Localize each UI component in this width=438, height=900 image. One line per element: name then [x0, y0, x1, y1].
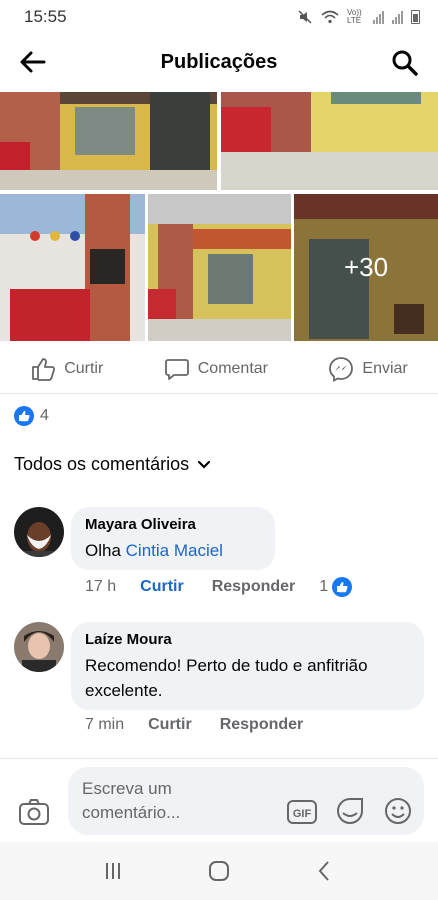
comment-text: Recomendo! Perto de tudo e anfitrião exc…: [85, 656, 368, 700]
status-bar: 15:55 Vo)) LTE: [0, 0, 438, 34]
emoji-icon[interactable]: [382, 795, 414, 827]
send-button[interactable]: Enviar: [328, 356, 408, 382]
comment-text-prefix: Olha: [85, 541, 126, 560]
network-label: Vo)) LTE: [347, 8, 362, 25]
comment-label: Comentar: [197, 359, 268, 377]
comment-text: Olha Cintia Maciel: [85, 538, 261, 563]
page-title: Publicações: [160, 50, 278, 73]
comment-input[interactable]: Escreva um comentário...: [82, 777, 232, 825]
comment-author[interactable]: Laíze Moura: [85, 631, 410, 648]
comment-like-button[interactable]: Curtir: [148, 716, 192, 734]
recent-apps-icon[interactable]: [101, 859, 125, 883]
signal-2-icon: [392, 10, 403, 24]
reaction-count: 4: [40, 407, 49, 424]
avatar[interactable]: [14, 622, 64, 672]
like-button[interactable]: Curtir: [30, 356, 103, 382]
like-reaction-icon: [14, 406, 34, 426]
avatar[interactable]: [14, 507, 64, 557]
comment-reply-button[interactable]: Responder: [220, 716, 304, 734]
photo-3[interactable]: [0, 194, 145, 341]
comment-composer: Escreva um comentário... GIF: [0, 758, 438, 842]
search-icon[interactable]: [390, 48, 420, 76]
comment-reply-button[interactable]: Responder: [212, 578, 296, 596]
sticker-icon[interactable]: [334, 795, 366, 827]
photo-2[interactable]: [221, 92, 438, 190]
messenger-icon: [329, 356, 354, 382]
home-icon[interactable]: [207, 859, 231, 883]
comment-bubble[interactable]: Mayara Oliveira Olha Cintia Maciel: [71, 507, 275, 570]
back-nav-icon[interactable]: [313, 859, 337, 883]
composer-tools: GIF: [286, 795, 414, 827]
comment-time: 17 h: [85, 578, 117, 595]
like-label: Curtir: [64, 359, 104, 377]
mute-icon: [298, 10, 312, 24]
comment-like-button[interactable]: Curtir: [140, 578, 184, 596]
signal-icon: [373, 10, 384, 24]
status-time: 15:55: [24, 7, 67, 26]
comment-item: Mayara Oliveira Olha Cintia Maciel 17 h …: [14, 507, 424, 607]
battery-icon: [411, 10, 420, 24]
more-photos-overlay: +30: [294, 194, 438, 341]
mention-link[interactable]: Cintia Maciel: [126, 541, 223, 560]
comment-like-number: 1: [319, 578, 329, 595]
comments-filter-label: Todos os comentários: [14, 454, 190, 474]
wifi-icon: [321, 10, 339, 24]
back-arrow-icon[interactable]: [18, 48, 48, 76]
comment-icon: [164, 358, 189, 380]
photo-4[interactable]: [148, 194, 291, 341]
header: Publicações: [0, 34, 438, 90]
system-nav-bar: [0, 842, 438, 900]
comment-meta: 17 h Curtir Responder 1: [85, 577, 353, 597]
comment-meta: 7 min Curtir Responder: [85, 716, 303, 734]
reaction-summary[interactable]: 4: [14, 406, 49, 426]
comment-author[interactable]: Mayara Oliveira: [85, 516, 261, 533]
chevron-down-icon: [197, 460, 211, 469]
photo-5-more[interactable]: +30: [294, 194, 438, 341]
send-label: Enviar: [362, 359, 408, 377]
comment-bubble[interactable]: Laíze Moura Recomendo! Perto de tudo e a…: [71, 622, 424, 710]
comment-button[interactable]: Comentar: [164, 356, 268, 382]
camera-icon[interactable]: [18, 797, 50, 827]
thumbs-up-icon: [32, 357, 56, 381]
svg-text:GIF: GIF: [293, 808, 312, 820]
more-photos-count: +30: [343, 252, 389, 282]
comments-filter-dropdown[interactable]: Todos os comentários: [14, 454, 211, 475]
comment-item: Laíze Moura Recomendo! Perto de tudo e a…: [14, 622, 424, 752]
status-icons: Vo)) LTE: [297, 9, 420, 25]
gif-icon[interactable]: GIF: [286, 795, 318, 827]
comment-time: 7 min: [85, 716, 125, 733]
comment-input-box[interactable]: Escreva um comentário... GIF: [68, 767, 424, 835]
photo-1[interactable]: [0, 92, 217, 190]
action-bar: Curtir Comentar Enviar: [0, 344, 438, 394]
like-reaction-icon: [332, 577, 353, 597]
photo-grid: +30: [0, 92, 438, 341]
comment-like-count[interactable]: 1: [319, 577, 353, 597]
